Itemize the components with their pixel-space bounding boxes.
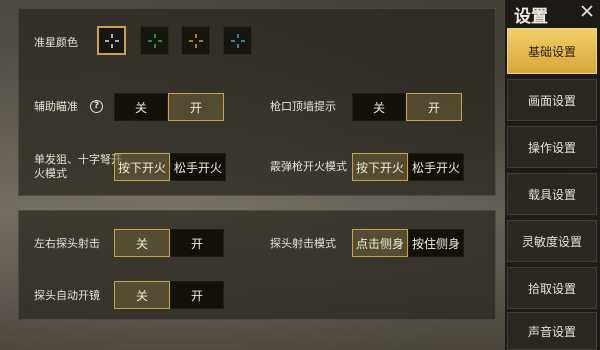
crosshair-yellow-icon: [188, 33, 203, 48]
auto-scope-on-button[interactable]: 开: [170, 281, 224, 309]
lean-fire-off-button[interactable]: 关: [114, 229, 170, 257]
aim-assist-label: 辅助瞄准: [34, 100, 78, 113]
auto-scope-off-button[interactable]: 关: [114, 281, 170, 309]
auto-scope-label: 探头自动开镜: [34, 289, 100, 302]
single-fire-mode-toggle: 按下开火 松手开火: [114, 153, 226, 181]
single-fire-press-button[interactable]: 按下开火: [114, 153, 170, 181]
single-fire-mode-label: 单发狙、十字弩开火模式: [34, 153, 122, 180]
auto-scope-toggle: 关 开: [114, 281, 224, 309]
sidebar-item-vehicle[interactable]: 载具设置: [507, 173, 597, 215]
muzzle-tip-on-button[interactable]: 开: [406, 93, 462, 121]
crosshair-swatch-cyan[interactable]: [223, 26, 252, 55]
crosshair-swatch-yellow[interactable]: [181, 26, 210, 55]
aim-assist-off-button[interactable]: 关: [114, 93, 168, 121]
lean-mode-toggle: 点击侧身 按住侧身: [352, 229, 464, 257]
crosshair-swatch-green[interactable]: [140, 26, 169, 55]
sidebar-item-pickup[interactable]: 拾取设置: [507, 267, 597, 309]
lean-mode-tap-button[interactable]: 点击侧身: [352, 229, 408, 257]
muzzle-tip-toggle: 关 开: [352, 93, 462, 121]
lean-fire-label: 左右探头射击: [34, 237, 100, 250]
lean-mode-hold-button[interactable]: 按住侧身: [408, 229, 464, 257]
crosshair-swatch-white[interactable]: [97, 26, 126, 55]
crosshair-color-label: 准星颜色: [34, 36, 78, 49]
crosshair-white-icon: [104, 33, 119, 48]
sidebar-item-controls[interactable]: 操作设置: [507, 126, 597, 168]
muzzle-tip-label: 枪口顶墙提示: [270, 100, 336, 113]
crosshair-green-icon: [147, 33, 162, 48]
sidebar-item-graphics[interactable]: 画面设置: [507, 79, 597, 121]
help-icon[interactable]: ?: [90, 100, 103, 113]
lean-mode-label: 探头射击模式: [270, 237, 336, 250]
shotgun-fire-press-button[interactable]: 按下开火: [352, 153, 408, 181]
sidebar-title: 设置: [514, 7, 548, 27]
settings-panel-bottom: [18, 210, 496, 320]
close-icon[interactable]: [580, 4, 594, 18]
aim-assist-toggle: 关 开: [114, 93, 224, 121]
aim-assist-on-button[interactable]: 开: [168, 93, 224, 121]
lean-fire-on-button[interactable]: 开: [170, 229, 224, 257]
sidebar-item-basic[interactable]: 基础设置: [507, 28, 597, 74]
single-fire-release-button[interactable]: 松手开火: [170, 153, 226, 181]
crosshair-cyan-icon: [230, 33, 245, 48]
sidebar-item-sensitivity[interactable]: 灵敏度设置: [507, 220, 597, 262]
shotgun-fire-release-button[interactable]: 松手开火: [408, 153, 464, 181]
shotgun-fire-mode-label: 霰弹枪开火模式: [270, 160, 347, 173]
muzzle-tip-off-button[interactable]: 关: [352, 93, 406, 121]
shotgun-fire-mode-toggle: 按下开火 松手开火: [352, 153, 464, 181]
sidebar-item-sound[interactable]: 声音设置: [507, 312, 597, 350]
lean-fire-toggle: 关 开: [114, 229, 224, 257]
